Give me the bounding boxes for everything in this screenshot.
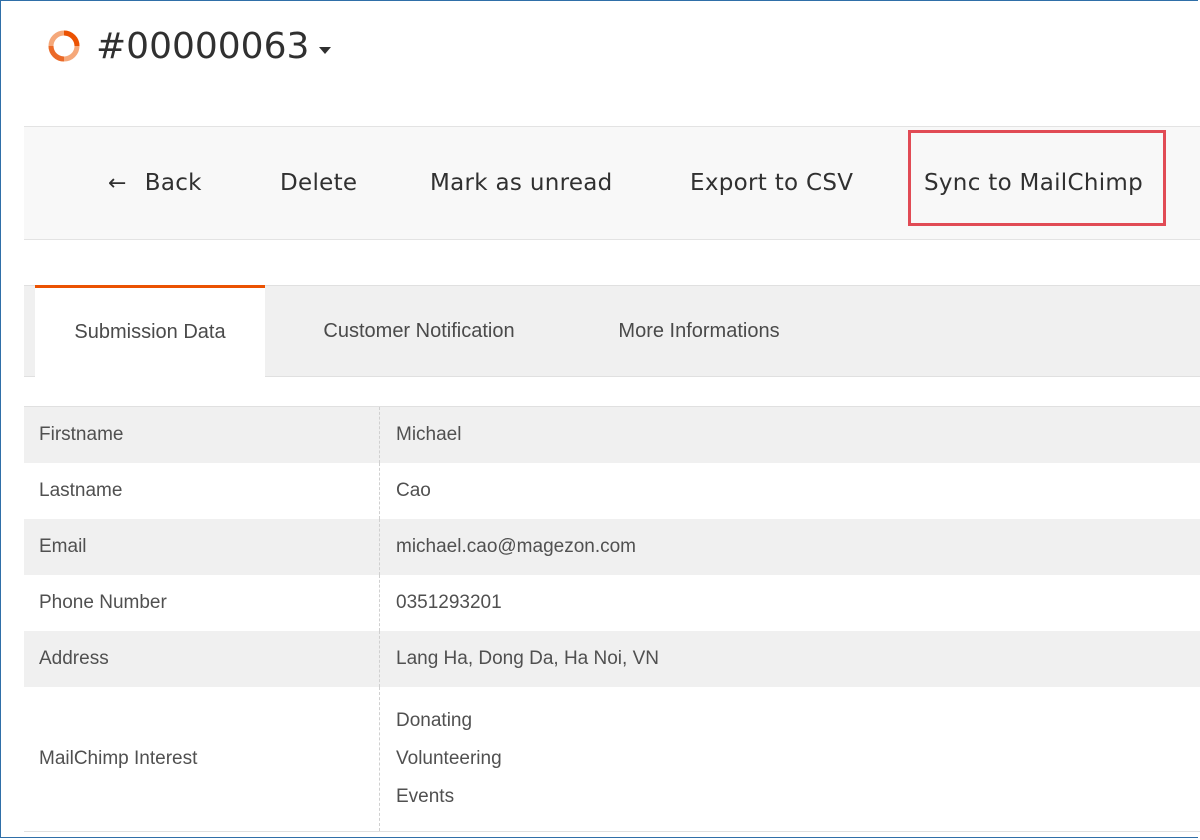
- field-label: Address: [24, 631, 380, 687]
- table-row: Email michael.cao@magezon.com: [24, 519, 1200, 575]
- interest-item: Events: [396, 786, 455, 807]
- table-row: Phone Number 0351293201: [24, 575, 1200, 631]
- field-label: Email: [24, 519, 380, 575]
- field-value: Lang Ha, Dong Da, Ha Noi, VN: [396, 648, 659, 669]
- field-label: Firstname: [24, 406, 380, 463]
- status-ring-icon: [46, 28, 82, 64]
- page-header: #00000063: [46, 20, 332, 72]
- back-button-label: Back: [144, 170, 202, 196]
- tab-submission-data[interactable]: Submission Data: [35, 285, 265, 377]
- interest-item: Volunteering: [396, 748, 502, 769]
- mark-as-unread-button[interactable]: Mark as unread: [430, 127, 613, 239]
- field-label: Lastname: [24, 463, 380, 519]
- table-row: Lastname Cao: [24, 463, 1200, 519]
- tab-bar: Submission Data Customer Notification Mo…: [24, 285, 1200, 377]
- back-button[interactable]: ← Back: [108, 127, 202, 239]
- tab-more-informations[interactable]: More Informations: [584, 286, 814, 376]
- field-value: Cao: [396, 480, 431, 501]
- arrow-left-icon: ←: [108, 170, 127, 196]
- submission-data-table: Firstname Michael Lastname Cao Email mic…: [24, 406, 1200, 832]
- field-value: Donating Volunteering Events: [380, 687, 1200, 832]
- delete-button[interactable]: Delete: [280, 127, 357, 239]
- tab-customer-notification[interactable]: Customer Notification: [289, 286, 549, 376]
- sync-mailchimp-button[interactable]: Sync to MailChimp: [924, 127, 1143, 239]
- action-toolbar: ← Back Delete Mark as unread Export to C…: [24, 126, 1200, 240]
- table-row: Firstname Michael: [24, 406, 1200, 463]
- chevron-down-icon[interactable]: [319, 46, 332, 54]
- field-value: Michael: [396, 424, 462, 445]
- field-label: Phone Number: [24, 575, 380, 631]
- export-csv-button[interactable]: Export to CSV: [690, 127, 853, 239]
- field-value: 0351293201: [396, 592, 502, 613]
- interest-item: Donating: [396, 710, 473, 731]
- field-value: michael.cao@magezon.com: [396, 536, 637, 557]
- page-title: #00000063: [96, 25, 310, 67]
- field-label: MailChimp Interest: [24, 687, 380, 832]
- table-row: Address Lang Ha, Dong Da, Ha Noi, VN: [24, 631, 1200, 687]
- table-row: MailChimp Interest Donating Volunteering…: [24, 687, 1200, 832]
